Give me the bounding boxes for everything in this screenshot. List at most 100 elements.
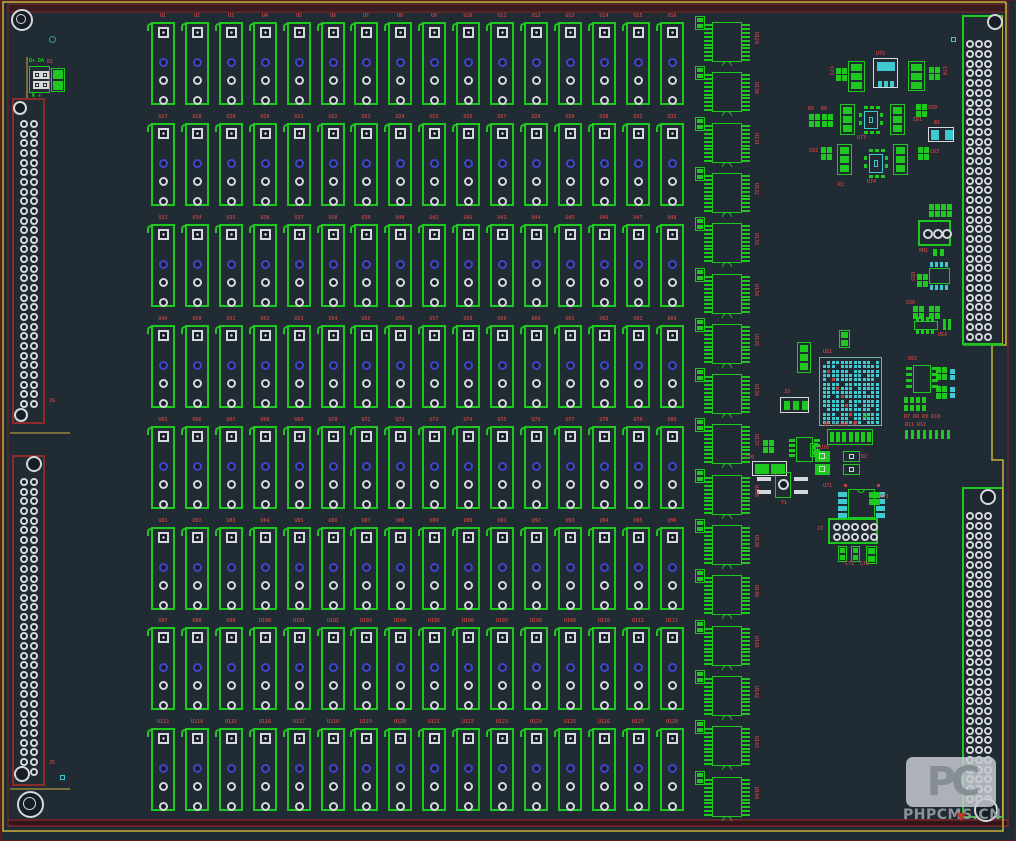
soic-ic-footprint[interactable]: U131: [695, 123, 755, 167]
soic8-footprint[interactable]: [929, 262, 950, 290]
relay-footprint[interactable]: [456, 22, 480, 105]
relay-footprint[interactable]: [185, 728, 209, 811]
relay-footprint[interactable]: [185, 22, 209, 105]
relay-footprint[interactable]: [219, 426, 243, 509]
soic-ic-footprint[interactable]: U139: [695, 525, 755, 569]
soic-ic-footprint[interactable]: U140: [695, 575, 755, 619]
relay-footprint[interactable]: [151, 728, 175, 811]
relay-footprint[interactable]: [524, 426, 548, 509]
chip-passive-footprint[interactable]: [822, 114, 833, 127]
relay-footprint[interactable]: [321, 527, 345, 610]
relay-footprint[interactable]: [219, 728, 243, 811]
relay-footprint[interactable]: [388, 123, 412, 206]
relay-footprint[interactable]: [456, 426, 480, 509]
relay-footprint[interactable]: [490, 224, 514, 307]
relay-footprint[interactable]: [524, 527, 548, 610]
relay-footprint[interactable]: [660, 325, 684, 408]
relay-footprint[interactable]: [660, 728, 684, 811]
relay-footprint[interactable]: [490, 325, 514, 408]
relay-footprint[interactable]: [287, 527, 311, 610]
relay-footprint[interactable]: [219, 627, 243, 710]
chip-passive-footprint[interactable]: [941, 204, 952, 217]
relay-footprint[interactable]: [253, 123, 277, 206]
relay-footprint[interactable]: [185, 325, 209, 408]
relay-footprint[interactable]: [388, 224, 412, 307]
chip-passive-footprint[interactable]: [809, 114, 820, 127]
bypass-cap-footprint[interactable]: [695, 418, 705, 432]
relay-footprint[interactable]: [287, 627, 311, 710]
soic-ic-footprint[interactable]: U142: [695, 676, 755, 720]
chip-passive-footprint[interactable]: [950, 369, 956, 380]
relay-footprint[interactable]: [321, 325, 345, 408]
capacitor-footprint[interactable]: [837, 144, 852, 175]
relay-footprint[interactable]: [151, 22, 175, 105]
relay-footprint[interactable]: [287, 22, 311, 105]
soic-ic-footprint[interactable]: U132: [695, 173, 755, 217]
relay-footprint[interactable]: [626, 527, 650, 610]
soic8-footprint[interactable]: [914, 317, 938, 334]
relay-footprint[interactable]: [321, 627, 345, 710]
relay-footprint[interactable]: [558, 627, 582, 710]
relay-footprint[interactable]: [524, 627, 548, 710]
chip-passive-footprint[interactable]: [838, 546, 847, 562]
capacitor-footprint[interactable]: [797, 342, 811, 373]
relay-footprint[interactable]: [456, 728, 480, 811]
relay-footprint[interactable]: [185, 627, 209, 710]
relay-footprint[interactable]: [219, 527, 243, 610]
relay-footprint[interactable]: [321, 426, 345, 509]
relay-footprint[interactable]: [253, 728, 277, 811]
chip-passive-footprint[interactable]: [869, 492, 880, 505]
relay-footprint[interactable]: [388, 728, 412, 811]
relay-footprint[interactable]: [151, 627, 175, 710]
chip-passive-footprint[interactable]: [51, 68, 65, 92]
bga-ic-footprint[interactable]: [819, 357, 882, 426]
chip-passive-footprint[interactable]: [929, 204, 940, 217]
relay-footprint[interactable]: [524, 728, 548, 811]
relay-footprint[interactable]: [660, 627, 684, 710]
capacitor-footprint[interactable]: [893, 144, 908, 175]
capacitor-footprint[interactable]: [908, 61, 925, 91]
connector-footprint[interactable]: [780, 397, 809, 413]
soic-ic-footprint[interactable]: U137: [695, 424, 755, 468]
relay-footprint[interactable]: [524, 123, 548, 206]
relay-footprint[interactable]: [592, 22, 616, 105]
relay-footprint[interactable]: [456, 627, 480, 710]
relay-footprint[interactable]: [354, 224, 378, 307]
relay-footprint[interactable]: [185, 527, 209, 610]
relay-footprint[interactable]: [185, 224, 209, 307]
relay-footprint[interactable]: [287, 123, 311, 206]
relay-footprint[interactable]: [660, 224, 684, 307]
chip-passive-footprint[interactable]: [941, 430, 950, 439]
chip-passive-footprint[interactable]: [936, 386, 947, 399]
relay-footprint[interactable]: [253, 325, 277, 408]
soic-ic-footprint[interactable]: U129: [695, 22, 755, 66]
soic-ic-footprint[interactable]: U138: [695, 475, 755, 519]
relay-footprint[interactable]: [558, 527, 582, 610]
relay-footprint[interactable]: [219, 224, 243, 307]
relay-footprint[interactable]: [388, 22, 412, 105]
relay-footprint[interactable]: [592, 123, 616, 206]
capacitor-footprint[interactable]: [890, 104, 905, 135]
relay-footprint[interactable]: [558, 123, 582, 206]
relay-footprint[interactable]: [626, 224, 650, 307]
relay-footprint[interactable]: [354, 123, 378, 206]
power-terminal-footprint[interactable]: [29, 66, 50, 93]
relay-footprint[interactable]: [626, 22, 650, 105]
chip-passive-footprint[interactable]: [836, 68, 847, 81]
bypass-cap-footprint[interactable]: [695, 519, 705, 533]
chip-passive-footprint[interactable]: [917, 430, 926, 439]
relay-footprint[interactable]: [592, 224, 616, 307]
chip-passive-footprint[interactable]: [929, 430, 938, 439]
capacitor-footprint[interactable]: [848, 61, 865, 92]
relay-footprint[interactable]: [287, 325, 311, 408]
relay-footprint[interactable]: [151, 325, 175, 408]
relay-footprint[interactable]: [592, 627, 616, 710]
relay-footprint[interactable]: [524, 224, 548, 307]
relay-footprint[interactable]: [524, 325, 548, 408]
soic-ic-footprint[interactable]: U143: [695, 726, 755, 770]
relay-footprint[interactable]: [592, 527, 616, 610]
soic-ic-footprint[interactable]: U144: [695, 777, 755, 821]
bypass-cap-footprint[interactable]: [695, 66, 705, 80]
chip-passive-footprint[interactable]: [943, 319, 951, 330]
relay-footprint[interactable]: [592, 426, 616, 509]
